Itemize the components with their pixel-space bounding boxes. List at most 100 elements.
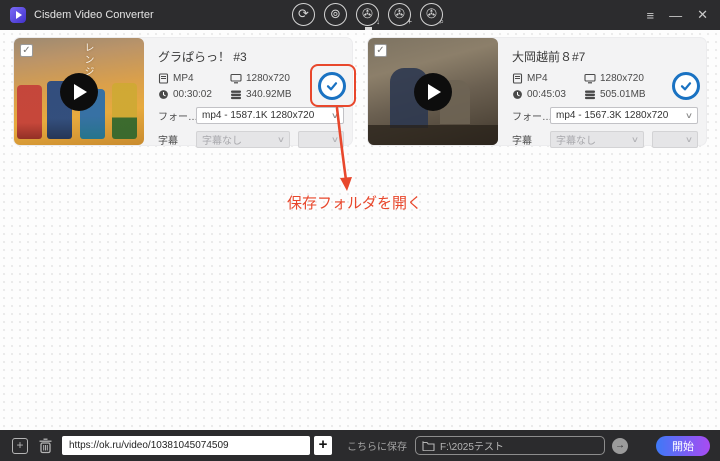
resolution-value: 1280x720 — [246, 73, 290, 84]
subtitle-track-select-2[interactable]: ∨ — [652, 131, 698, 148]
subtitle-select-value: 字幕なし — [556, 132, 596, 147]
add-url-icon[interactable]: + — [12, 438, 28, 454]
player-icon[interactable]: ✇ ⌕ — [420, 3, 443, 26]
toolbox-badge: + — [407, 18, 412, 26]
bottom-bar: + + こちらに保存 F:\2025テスト → 開始 — [0, 430, 720, 461]
downloader-icon[interactable]: ✇ ↓ — [356, 3, 379, 26]
storage-icon — [230, 89, 242, 100]
format-select-value: mp4 - 1587.1K 1280x720 — [202, 110, 314, 121]
app-window: Cisdem Video Converter ⟳ ⊚ ✇ ↓ ✇ + ✇ ⌕ — [0, 0, 720, 461]
toolbox-icon[interactable]: ✇ + — [388, 3, 411, 26]
ripper-icon[interactable]: ⊚ — [324, 3, 347, 26]
resolution-value: 1280x720 — [600, 73, 644, 84]
trash-icon[interactable] — [38, 438, 53, 454]
size-field: 340.92MB — [230, 89, 318, 100]
video-meta-1: MP4 1280x720 00:30:02 340.92MB — [158, 73, 318, 100]
player-glyph: ✇ — [426, 6, 437, 21]
container-value: MP4 — [527, 73, 548, 84]
container-value: MP4 — [173, 73, 194, 84]
add-download-button[interactable]: + — [314, 436, 332, 455]
storage-icon — [584, 89, 596, 100]
url-input[interactable] — [62, 436, 310, 455]
format-select-2[interactable]: mp4 - 1567.3K 1280x720 ∨ — [550, 107, 698, 124]
save-folder-field[interactable]: F:\2025テスト — [415, 436, 605, 455]
open-save-folder-button-2[interactable] — [672, 72, 700, 100]
video-thumbnail-2[interactable]: ✓ — [368, 38, 498, 145]
player-badge: ⌕ — [440, 18, 444, 26]
clock-icon — [158, 89, 169, 100]
downloader-glyph: ✇ — [362, 6, 373, 21]
resolution-field: 1280x720 — [584, 73, 672, 84]
converter-icon[interactable]: ⟳ — [292, 3, 315, 26]
chevron-down-icon: ∨ — [331, 111, 339, 120]
video-thumbnail-1[interactable]: レンジで ✓ — [14, 38, 144, 145]
play-icon-2[interactable] — [414, 73, 452, 111]
format-row-2: フォー… mp4 - 1567.3K 1280x720 ∨ — [512, 107, 698, 124]
resolution-field: 1280x720 — [230, 73, 318, 84]
chevron-down-icon: ∨ — [631, 135, 639, 144]
select-checkbox-1[interactable]: ✓ — [20, 44, 33, 57]
clock-icon — [512, 89, 523, 100]
downloader-badge: ↓ — [376, 18, 380, 26]
format-label: フォー… — [512, 108, 550, 123]
subtitle-label: 字幕 — [158, 132, 196, 147]
video-info-2: 大岡越前８#7 MP4 1280x720 00:45:03 — [512, 48, 698, 148]
subtitle-select-1[interactable]: 字幕なし ∨ — [196, 131, 290, 148]
start-button[interactable]: 開始 — [656, 436, 710, 456]
main-area: レンジで ✓ グラぱらっ！ #3 MP4 1280x720 — [0, 30, 720, 430]
app-logo-icon — [10, 7, 26, 23]
size-value: 340.92MB — [246, 89, 292, 100]
save-folder-path: F:\2025テスト — [440, 438, 504, 453]
monitor-icon — [584, 73, 596, 84]
duration-field: 00:30:02 — [158, 89, 230, 100]
size-field: 505.01MB — [584, 89, 672, 100]
video-card-1: レンジで ✓ グラぱらっ！ #3 MP4 1280x720 — [14, 38, 352, 145]
subtitle-select-value: 字幕なし — [202, 132, 242, 147]
check-icon — [678, 78, 694, 94]
duration-value: 00:30:02 — [173, 89, 212, 100]
video-title-1: グラぱらっ！ #3 — [158, 48, 344, 65]
size-value: 505.01MB — [600, 89, 646, 100]
video-info-1: グラぱらっ！ #3 MP4 1280x720 00:30:02 — [158, 48, 344, 148]
subtitle-row-1: 字幕 字幕なし ∨ ∨ — [158, 131, 344, 148]
chevron-down-icon: ∨ — [277, 135, 285, 144]
toolbox-glyph: ✇ — [394, 6, 405, 21]
subtitle-label: 字幕 — [512, 132, 550, 147]
format-select-1[interactable]: mp4 - 1587.1K 1280x720 ∨ — [196, 107, 344, 124]
container-field: MP4 — [158, 73, 230, 84]
ripper-glyph: ⊚ — [330, 6, 341, 21]
check-icon — [324, 78, 340, 94]
subtitle-track-select-1[interactable]: ∨ — [298, 131, 344, 148]
go-arrow-icon[interactable]: → — [612, 438, 628, 454]
format-select-value: mp4 - 1567.3K 1280x720 — [556, 110, 668, 121]
chevron-down-icon: ∨ — [331, 135, 339, 144]
converter-glyph: ⟳ — [298, 6, 309, 21]
menu-icon[interactable]: ≡ — [647, 8, 655, 23]
minimize-icon[interactable]: — — [669, 8, 682, 23]
video-title-2: 大岡越前８#7 — [512, 48, 698, 65]
chevron-down-icon: ∨ — [685, 111, 693, 120]
annotation-label: 保存フォルダを開く — [287, 192, 422, 213]
video-card-2: ✓ 大岡越前８#7 MP4 1280x720 00:45:0 — [368, 38, 706, 145]
chevron-down-icon: ∨ — [685, 135, 693, 144]
close-icon[interactable]: ✕ — [697, 7, 708, 23]
subtitle-row-2: 字幕 字幕なし ∨ ∨ — [512, 131, 698, 148]
container-field: MP4 — [512, 73, 584, 84]
app-title: Cisdem Video Converter — [34, 9, 154, 21]
select-checkbox-2[interactable]: ✓ — [374, 44, 387, 57]
file-icon — [158, 73, 169, 84]
open-save-folder-button-1[interactable] — [318, 72, 346, 100]
folder-icon — [422, 440, 435, 451]
window-controls: ≡ — ✕ — [647, 0, 709, 30]
save-here-label: こちらに保存 — [347, 438, 407, 453]
title-bar: Cisdem Video Converter ⟳ ⊚ ✇ ↓ ✇ + ✇ ⌕ — [0, 0, 720, 30]
format-label: フォー… — [158, 108, 196, 123]
duration-field: 00:45:03 — [512, 89, 584, 100]
monitor-icon — [230, 73, 242, 84]
duration-value: 00:45:03 — [527, 89, 566, 100]
play-icon-1[interactable] — [60, 73, 98, 111]
video-meta-2: MP4 1280x720 00:45:03 505.01MB — [512, 73, 672, 100]
file-icon — [512, 73, 523, 84]
format-row-1: フォー… mp4 - 1587.1K 1280x720 ∨ — [158, 107, 344, 124]
subtitle-select-2[interactable]: 字幕なし ∨ — [550, 131, 644, 148]
